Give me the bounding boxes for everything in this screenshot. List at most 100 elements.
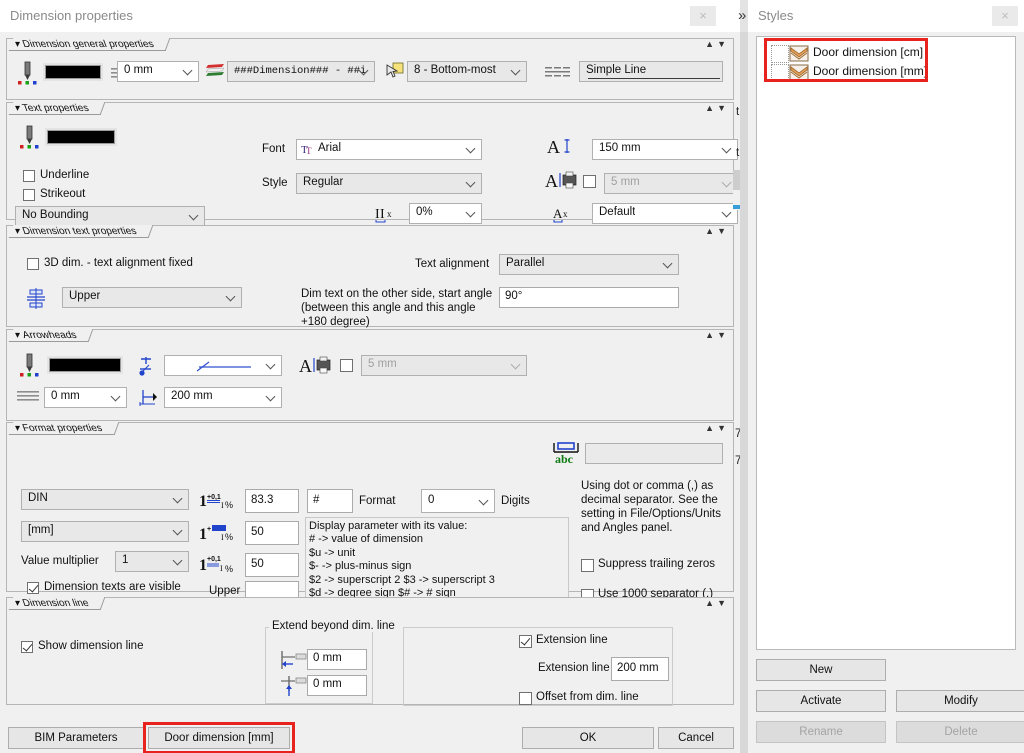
layer-icon[interactable] — [205, 63, 225, 79]
styles-panel: Styles × Door dimension [cm] — [748, 0, 1024, 753]
text-pen-icon[interactable] — [19, 125, 41, 149]
line-type-icon — [545, 66, 571, 78]
style-list-item[interactable]: Door dimension [mm] — [813, 64, 927, 78]
style-list-item[interactable]: Door dimension [cm] — [813, 45, 923, 59]
hint-line: $- -> plus-minus sign — [309, 560, 565, 573]
close-icon[interactable]: × — [690, 6, 716, 26]
chevron-down-icon — [174, 556, 183, 565]
chevron-down-icon — [723, 178, 732, 187]
text-alignment-combo[interactable]: Parallel — [499, 254, 679, 275]
unit-combo[interactable]: [mm] — [21, 521, 189, 542]
tree-expander[interactable] — [771, 45, 789, 63]
line-preview — [588, 78, 720, 79]
collapse-arrows-dimtext[interactable]: ▲▼ — [705, 227, 729, 236]
start-angle-input[interactable]: 90° — [499, 287, 679, 308]
arrow-paper-size-combo[interactable]: 5 mm — [361, 355, 527, 376]
svg-text:I: I — [220, 564, 223, 573]
extension-length-input[interactable]: 200 mm — [611, 657, 669, 681]
collapse-arrows-dimline[interactable]: ▲▼ — [705, 599, 729, 608]
group-title-general[interactable]: ▾ Dimension general properties — [9, 38, 171, 51]
display-order-icon[interactable] — [385, 62, 405, 80]
tolerance-lower-icon: 1 +0,1 I % — [199, 553, 241, 575]
arrowhead-color-swatch[interactable] — [49, 358, 121, 372]
chevron-down-icon — [467, 144, 476, 153]
line-type-combo[interactable]: Simple Line — [579, 61, 723, 82]
delete-style-button: Delete — [896, 721, 1024, 743]
tolerance-1-input[interactable]: 83.3 — [245, 489, 299, 513]
marker-type-combo[interactable] — [164, 355, 282, 376]
styles-list[interactable]: Door dimension [cm] Door dimension [mm] — [756, 36, 1016, 650]
extend-end-input[interactable]: 0 mm — [307, 675, 367, 696]
svg-text:%: % — [225, 564, 233, 574]
bim-parameters-button[interactable]: BIM Parameters — [8, 727, 144, 749]
standard-combo[interactable]: DIN — [21, 489, 189, 510]
activate-style-button[interactable]: Activate — [756, 690, 886, 712]
pen-color-swatch[interactable] — [45, 65, 101, 79]
character-spacing-combo[interactable]: 0% — [409, 203, 482, 224]
group-title-dimtext[interactable]: ▾ Dimension text properties — [9, 225, 154, 238]
tolerance-3-input[interactable]: 50 — [245, 553, 299, 577]
dialog-title: Dimension properties — [10, 8, 133, 23]
expand-chevron-icon[interactable]: » — [738, 8, 746, 23]
style-combo[interactable]: Regular — [296, 173, 482, 194]
layer-combo[interactable]: ###Dimension### - ##i — [227, 61, 375, 82]
ok-button[interactable]: OK — [522, 727, 654, 749]
svg-text:A: A — [553, 206, 563, 221]
marker-size-combo[interactable]: 200 mm — [164, 387, 282, 408]
chevron-down-icon — [467, 208, 476, 217]
arrow-line-width-combo[interactable]: 0 mm — [44, 387, 127, 408]
hint-line: $2 -> superscript 2 $3 -> superscript 3 — [309, 574, 565, 587]
digits-combo[interactable]: 0 — [421, 489, 495, 513]
svg-text:+: + — [207, 526, 211, 533]
format-input[interactable]: # — [307, 489, 353, 513]
group-title-text[interactable]: ▾ Text properties — [9, 102, 106, 115]
group-title-arrowheads[interactable]: ▾ Arrowheads — [9, 329, 94, 342]
text-height-combo[interactable]: 150 mm — [592, 139, 738, 160]
chevron-down-icon — [467, 178, 476, 187]
dialog-scrollbar[interactable] — [733, 170, 740, 210]
arrowhead-pen-icon[interactable] — [19, 353, 41, 377]
format-hints-panel: Display parameter with its value: # -> v… — [305, 517, 569, 603]
marker-type-icon — [137, 356, 159, 378]
group-dimension-text-properties: ▾ Dimension text properties ▲▼ 3D dim. -… — [6, 225, 734, 327]
cancel-button[interactable]: Cancel — [658, 727, 734, 749]
display-order-combo[interactable]: 8 - Bottom-most — [407, 61, 527, 82]
paper-height-combo[interactable]: 5 mm — [604, 173, 738, 194]
truetype-icon: T T — [301, 143, 314, 156]
collapse-arrows-arrowheads[interactable]: ▲▼ — [705, 331, 729, 340]
collapse-arrows-text[interactable]: ▲▼ — [705, 104, 729, 113]
svg-text:x: x — [563, 209, 568, 219]
collapse-arrows-format[interactable]: ▲▼ — [705, 424, 729, 433]
group-title-dimline[interactable]: ▾ Dimension line — [9, 597, 106, 610]
chevron-down-icon — [723, 144, 732, 153]
line-width-combo[interactable]: 0 mm — [117, 61, 199, 82]
dimension-style-icon — [789, 64, 809, 81]
tolerance-2-input[interactable]: 50 — [245, 521, 299, 545]
tree-expander[interactable] — [771, 64, 789, 82]
chevron-down-icon — [267, 392, 276, 401]
text-anchor-combo[interactable]: Default — [592, 203, 738, 224]
custom-text-input[interactable] — [585, 443, 723, 464]
chevron-down-icon — [360, 66, 369, 75]
svg-text:+0,1: +0,1 — [207, 494, 221, 501]
panel-splitter[interactable]: » — [740, 0, 748, 753]
text-position-combo[interactable]: Upper — [62, 287, 242, 308]
chevron-down-icon — [512, 360, 521, 369]
pen-color-icon[interactable] — [17, 61, 39, 85]
text-height-icon: A — [547, 137, 573, 157]
style-name-button[interactable]: Door dimension [mm] — [148, 727, 290, 749]
value-multiplier-label: Value multiplier — [21, 555, 99, 567]
rename-style-button: Rename — [756, 721, 886, 743]
group-title-format[interactable]: ▾ Format properties — [9, 422, 119, 435]
bounding-combo[interactable]: No Bounding — [15, 206, 205, 227]
text-color-swatch[interactable] — [47, 130, 115, 144]
extend-start-input[interactable]: 0 mm — [307, 649, 367, 670]
dimension-properties-dialog: Dimension properties × ▾ Dimension gener… — [0, 0, 740, 753]
new-style-button[interactable]: New — [756, 659, 886, 681]
modify-style-button[interactable]: Modify — [896, 690, 1024, 712]
styles-close-icon[interactable]: × — [992, 6, 1018, 26]
group-arrowheads: ▾ Arrowheads ▲▼ — [6, 329, 734, 421]
collapse-arrows-general[interactable]: ▲▼ — [705, 40, 729, 49]
font-combo[interactable]: T T Arial — [296, 139, 482, 160]
value-multiplier-combo[interactable]: 1 — [115, 551, 189, 572]
